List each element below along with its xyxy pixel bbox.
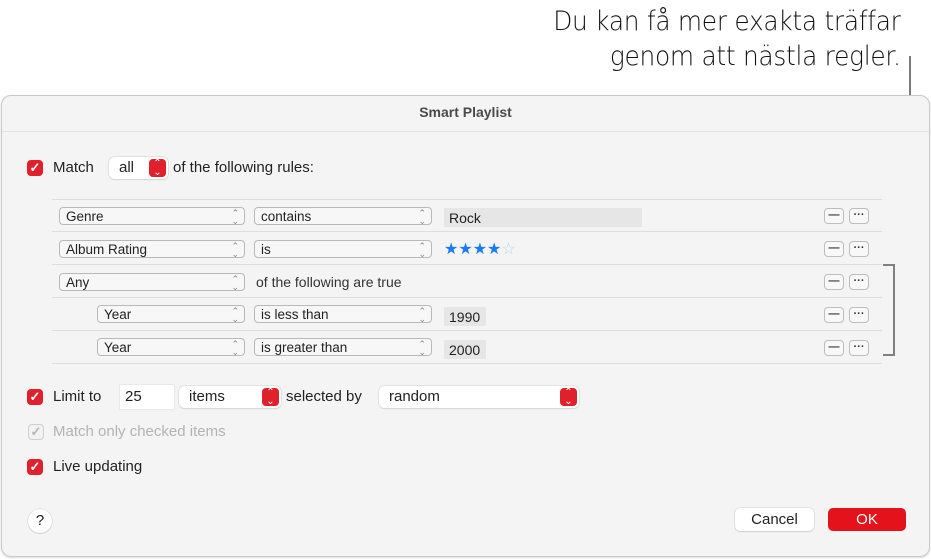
rule-operator-select[interactable]: is less than ⌃ ⌄ <box>254 305 432 324</box>
more-rule-button[interactable]: ··· <box>849 340 869 356</box>
rule-divider <box>52 363 882 364</box>
rule-divider <box>52 231 882 232</box>
match-checkbox[interactable]: ✓ <box>27 160 43 176</box>
rule-field-value: Year <box>104 340 132 355</box>
updown-icon: ⌃ ⌄ <box>418 306 426 324</box>
match-suffix: of the following rules: <box>173 159 314 176</box>
limit-value-input[interactable]: 25 <box>120 385 174 409</box>
rule-field-value: Genre <box>66 209 104 224</box>
dialog-title: Smart Playlist <box>419 104 512 120</box>
updown-icon: ⌃ ⌄ <box>231 339 239 357</box>
more-rule-button[interactable]: ··· <box>849 208 869 224</box>
match-mode-popup[interactable]: all ⌃ ⌄ <box>109 157 168 179</box>
check-icon: ✓ <box>29 459 41 474</box>
more-rule-button[interactable]: ··· <box>849 241 869 257</box>
cancel-button[interactable]: Cancel <box>735 508 814 531</box>
match-mode-value: all <box>119 159 135 176</box>
updown-icon: ⌃ ⌄ <box>231 208 239 226</box>
rule-divider <box>52 199 882 200</box>
remove-rule-button[interactable]: — <box>824 340 844 356</box>
rule-field-select[interactable]: Genre ⌃ ⌄ <box>59 207 245 226</box>
updown-icon: ⌃ ⌄ <box>418 241 426 259</box>
rule-operator-select[interactable]: contains ⌃ ⌄ <box>254 207 432 226</box>
callout-line-1: Du kan få mer exakta träffar <box>553 6 902 37</box>
help-button[interactable]: ? <box>28 509 52 533</box>
rule-field-select[interactable]: Year ⌃ ⌄ <box>97 305 245 324</box>
match-checked-label: Match only checked items <box>53 423 226 440</box>
callout-annotation: Du kan få mer exakta träffar genom att n… <box>553 4 902 74</box>
check-icon: ✓ <box>29 160 41 175</box>
selected-by-popup[interactable]: random ⌃ ⌄ <box>379 386 579 408</box>
selected-by-label: selected by <box>286 388 362 405</box>
rule-operator-value: contains <box>261 209 312 224</box>
rating-stars[interactable]: ★★★★☆ <box>444 239 516 259</box>
updown-icon: ⌃ ⌄ <box>560 388 577 407</box>
star-filled-icon: ★★★★ <box>444 241 502 258</box>
updown-icon: ⌃ ⌄ <box>262 388 279 407</box>
match-checked-checkbox[interactable]: ✓ <box>28 424 44 440</box>
updown-icon: ⌃ ⌄ <box>231 306 239 324</box>
limit-label: Limit to <box>53 388 102 405</box>
remove-rule-button[interactable]: — <box>824 241 844 257</box>
remove-rule-button[interactable]: — <box>824 307 844 323</box>
rule-divider <box>52 330 882 331</box>
limit-unit-value: items <box>189 388 225 405</box>
rules-list: Genre ⌃ ⌄ contains ⌃ ⌄ Rock — ··· Album Rati… <box>52 199 882 364</box>
updown-icon: ⌃ ⌄ <box>418 339 426 357</box>
rule-field-select[interactable]: Year ⌃ ⌄ <box>97 338 245 357</box>
callout-line-2: genom att nästla regler. <box>610 41 901 72</box>
selected-by-value: random <box>389 388 440 405</box>
updown-icon: ⌃ ⌄ <box>149 159 166 178</box>
check-icon: ✓ <box>30 424 42 439</box>
limit-checkbox[interactable]: ✓ <box>27 389 43 405</box>
star-empty-icon: ☆ <box>501 241 516 258</box>
rule-divider <box>52 297 882 298</box>
more-rule-button[interactable]: ··· <box>849 307 869 323</box>
rule-operator-value: is <box>261 242 271 257</box>
rule-operator-select[interactable]: is ⌃ ⌄ <box>254 240 432 259</box>
rule-operator-value: is less than <box>261 307 329 322</box>
match-label: Match <box>53 159 94 176</box>
smart-playlist-dialog: Smart Playlist ✓ Match all ⌃ ⌄ of the fol… <box>1 95 930 557</box>
rule-field-select[interactable]: Album Rating ⌃ ⌄ <box>59 240 245 259</box>
rule-value-input[interactable]: 1990 <box>444 307 486 326</box>
title-divider <box>2 131 929 132</box>
rule-operator-select[interactable]: is greater than ⌃ ⌄ <box>254 338 432 357</box>
rule-group-text: of the following are true <box>256 274 402 290</box>
rule-divider <box>52 264 882 265</box>
nested-rules-bracket <box>883 264 895 356</box>
remove-rule-button[interactable]: — <box>824 208 844 224</box>
live-updating-label: Live updating <box>53 458 143 475</box>
rule-group-select[interactable]: Any ⌃ ⌄ <box>59 273 245 292</box>
updown-icon: ⌃ ⌄ <box>418 208 426 226</box>
check-icon: ✓ <box>29 389 41 404</box>
rule-field-value: Year <box>104 307 132 322</box>
rule-value-input[interactable]: Rock <box>444 208 642 227</box>
updown-icon: ⌃ ⌄ <box>231 241 239 259</box>
rule-value-input[interactable]: 2000 <box>444 340 486 359</box>
updown-icon: ⌃ ⌄ <box>231 274 239 292</box>
rule-group-value: Any <box>66 275 90 290</box>
limit-unit-popup[interactable]: items ⌃ ⌄ <box>179 386 281 408</box>
live-updating-checkbox[interactable]: ✓ <box>27 459 43 475</box>
ok-button[interactable]: OK <box>828 508 906 531</box>
remove-rule-button[interactable]: — <box>824 274 844 290</box>
rule-operator-value: is greater than <box>261 340 348 355</box>
more-rule-button[interactable]: ··· <box>849 274 869 290</box>
rule-field-value: Album Rating <box>66 242 148 257</box>
